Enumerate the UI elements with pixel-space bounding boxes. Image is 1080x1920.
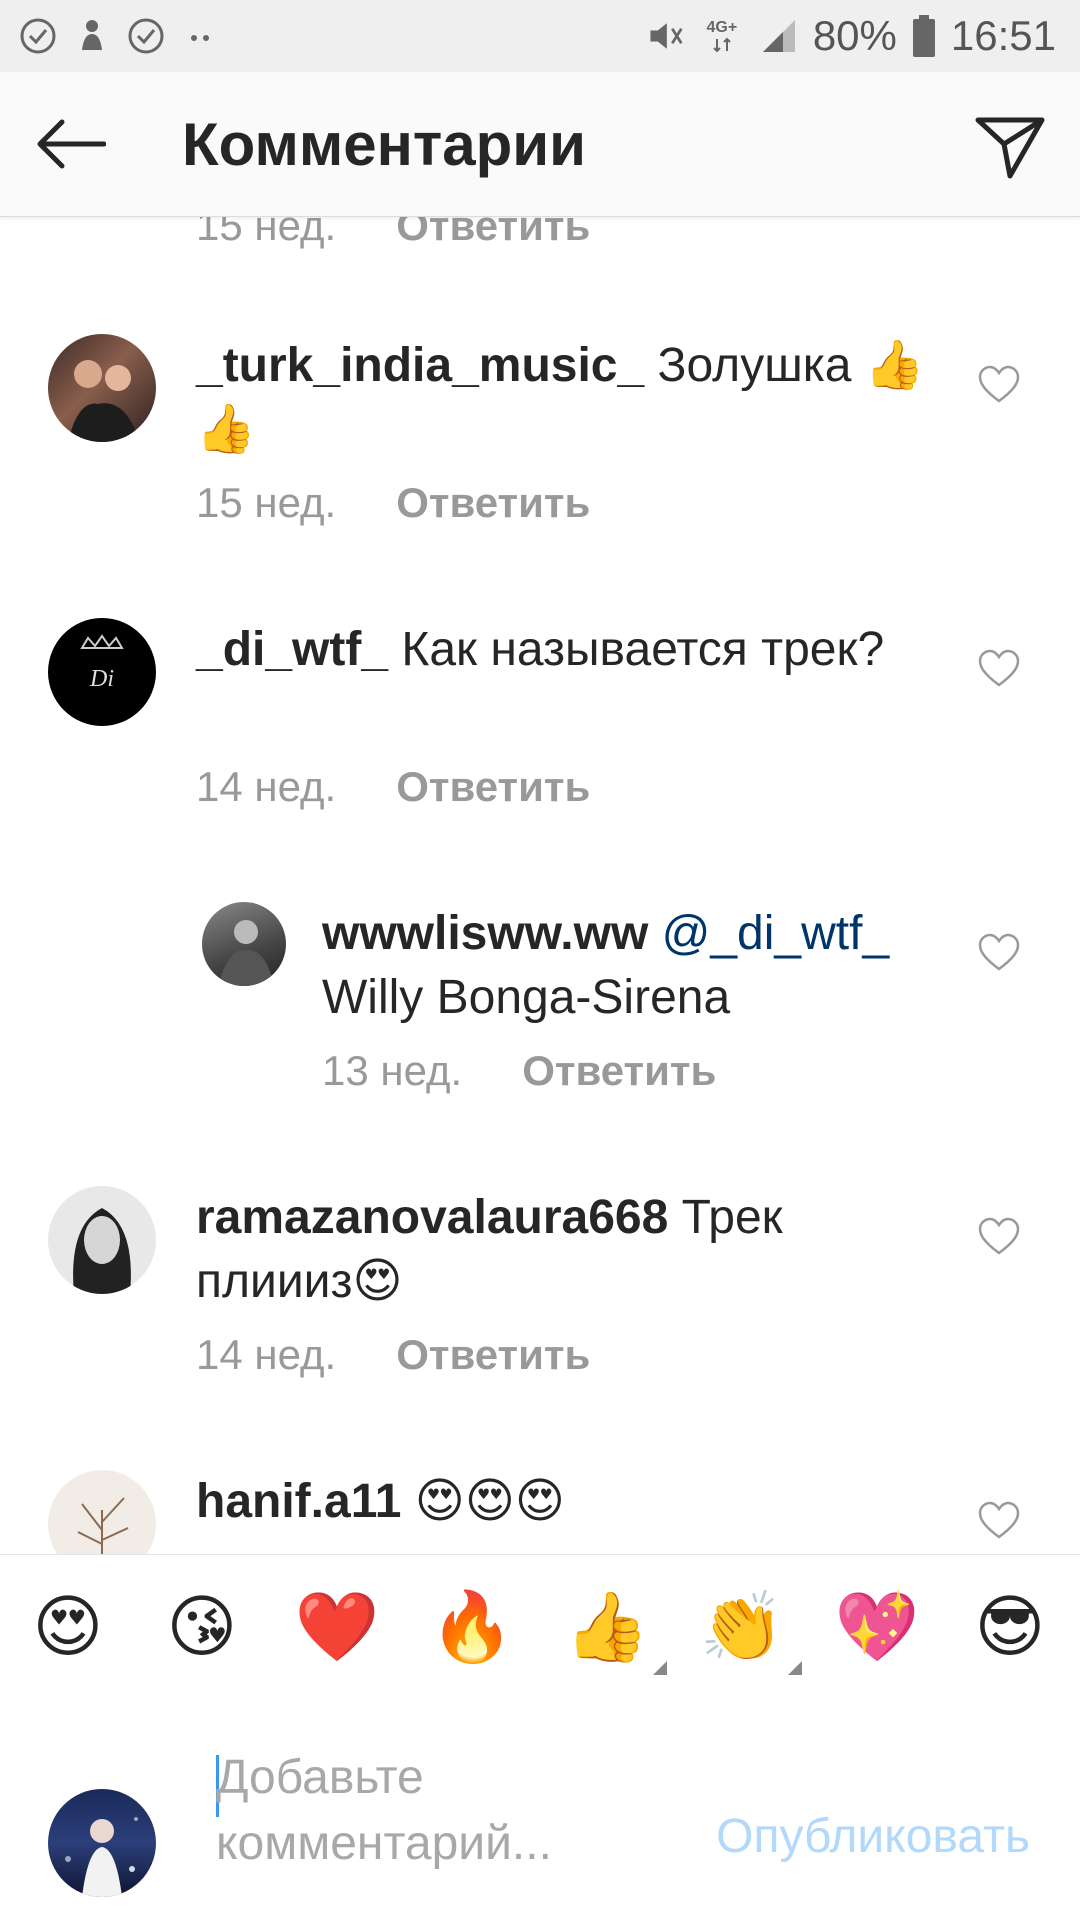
heart-icon[interactable]: [978, 648, 1020, 690]
mute-icon: [645, 16, 685, 56]
mention-link[interactable]: @_di_wtf_: [662, 907, 890, 960]
emoji-thumbs-up-button[interactable]: 👍: [565, 1585, 667, 1675]
emoji-sparkling-heart-button[interactable]: 💖: [835, 1585, 920, 1669]
comment-composer: Добавьте комментарий... Опубликовать: [0, 1697, 1080, 1920]
comment-item: ramazanovalaura668 Трек плиииз😍 14 нед. …: [0, 1186, 1080, 1426]
heart-icon[interactable]: [978, 1216, 1020, 1258]
avatar[interactable]: [48, 334, 156, 442]
arrow-left-icon: [37, 119, 106, 169]
comment-username[interactable]: wwwlisww.ww: [322, 907, 648, 960]
reply-item: wwwlisww.ww @_di_wtf_ Willy Bonga-Sirena…: [0, 902, 1080, 1142]
publish-button[interactable]: Опубликовать: [716, 1809, 1030, 1864]
page-title: Комментарии: [182, 111, 587, 178]
comment-username[interactable]: ramazanovalaura668: [196, 1191, 668, 1244]
share-button[interactable]: [970, 106, 1050, 186]
comment-meta: 14 нед. Ответить: [196, 1331, 590, 1379]
heart-icon[interactable]: [978, 364, 1020, 406]
comment-input[interactable]: Добавьте комментарий...: [216, 1745, 646, 1877]
app-header: Комментарии: [0, 72, 1080, 217]
avatar-monogram: Di: [89, 666, 114, 692]
comment-meta: 14 нед. Ответить: [196, 763, 590, 811]
avatar[interactable]: [48, 1186, 156, 1294]
check-circle-icon: [18, 16, 58, 56]
comment-item: Di _di_wtf_ Как называется трек? 14 нед.…: [0, 618, 1080, 858]
emoji-sunglasses-button[interactable]: 😎: [968, 1585, 1052, 1669]
check-circle-icon: [126, 16, 166, 56]
status-bar: 4G+ 80% 16:51: [0, 0, 1080, 72]
clock: 16:51: [950, 12, 1056, 59]
comment-item: _turk_india_music_ Золушка 👍👍 15 нед. От…: [0, 334, 1080, 574]
comment-text: wwwlisww.ww @_di_wtf_ Willy Bonga-Sirena: [322, 902, 962, 1030]
comment-text: _turk_india_music_ Золушка 👍👍: [196, 334, 926, 462]
reply-button[interactable]: Ответить: [522, 1047, 716, 1095]
avatar[interactable]: [48, 1470, 156, 1554]
comment-text: hanif.a11 😍😍😍: [196, 1470, 926, 1534]
emoji-kiss-button[interactable]: 😘: [160, 1585, 244, 1669]
heart-icon[interactable]: [978, 932, 1020, 974]
skin-tone-indicator-icon: [653, 1661, 667, 1675]
comment-time: 14 нед.: [196, 1331, 337, 1378]
emoji-heart-eyes-button[interactable]: 😍: [26, 1585, 110, 1669]
comment-body: Willy Bonga-Sirena: [322, 971, 731, 1024]
reply-button[interactable]: Ответить: [396, 216, 590, 250]
signal-icon: [759, 16, 799, 56]
comment-time: 14 нед.: [196, 763, 337, 810]
emoji-clap-button[interactable]: 👏: [700, 1585, 802, 1675]
heart-icon[interactable]: [978, 1500, 1020, 1542]
avatar[interactable]: [202, 902, 286, 986]
more-notifications-icon: [180, 16, 220, 56]
comment-text: ramazanovalaura668 Трек плиииз😍: [196, 1186, 926, 1314]
comment-meta: 15 нед. Ответить: [196, 479, 590, 527]
back-button[interactable]: [30, 112, 110, 176]
comment-item: hanif.a11 😍😍😍: [0, 1470, 1080, 1554]
emoji-red-heart-button[interactable]: ❤️: [295, 1585, 380, 1669]
reply-button[interactable]: Ответить: [396, 763, 590, 811]
comment-body: 😍😍😍: [414, 1475, 565, 1528]
reply-button[interactable]: Ответить: [396, 1331, 590, 1379]
comment-item: 15 нед. Ответить: [0, 216, 1080, 276]
comment-body: Как называется трек?: [401, 623, 885, 676]
comment-list[interactable]: 15 нед. Ответить _turk_india_music_ Золу…: [0, 216, 1080, 1554]
reply-button[interactable]: Ответить: [396, 479, 590, 527]
comment-meta: 15 нед. Ответить: [196, 216, 590, 250]
network-icon: 4G+: [699, 16, 745, 56]
comment-text: _di_wtf_ Как называется трек?: [196, 618, 926, 682]
emoji-fire-button[interactable]: 🔥: [430, 1585, 515, 1669]
paper-plane-icon: [975, 117, 1045, 179]
comment-time: 15 нед.: [196, 216, 337, 249]
skin-tone-indicator-icon: [788, 1661, 802, 1675]
comment-time: 15 нед.: [196, 479, 337, 526]
comment-time: 13 нед.: [322, 1047, 463, 1094]
comment-meta: 13 нед. Ответить: [322, 1047, 716, 1095]
app-notification-icon: [72, 16, 112, 56]
battery-percent: 80%: [812, 12, 897, 59]
comment-username[interactable]: hanif.a11: [196, 1475, 401, 1528]
comment-username[interactable]: _turk_india_music_: [196, 339, 644, 392]
emoji-quick-bar: 😍 😘 ❤️ 🔥 👍 👏 💖 😎: [0, 1554, 1080, 1698]
comment-username[interactable]: _di_wtf_: [196, 623, 388, 676]
avatar[interactable]: Di: [48, 618, 156, 726]
battery-icon: [911, 15, 937, 57]
avatar: [48, 1789, 156, 1897]
